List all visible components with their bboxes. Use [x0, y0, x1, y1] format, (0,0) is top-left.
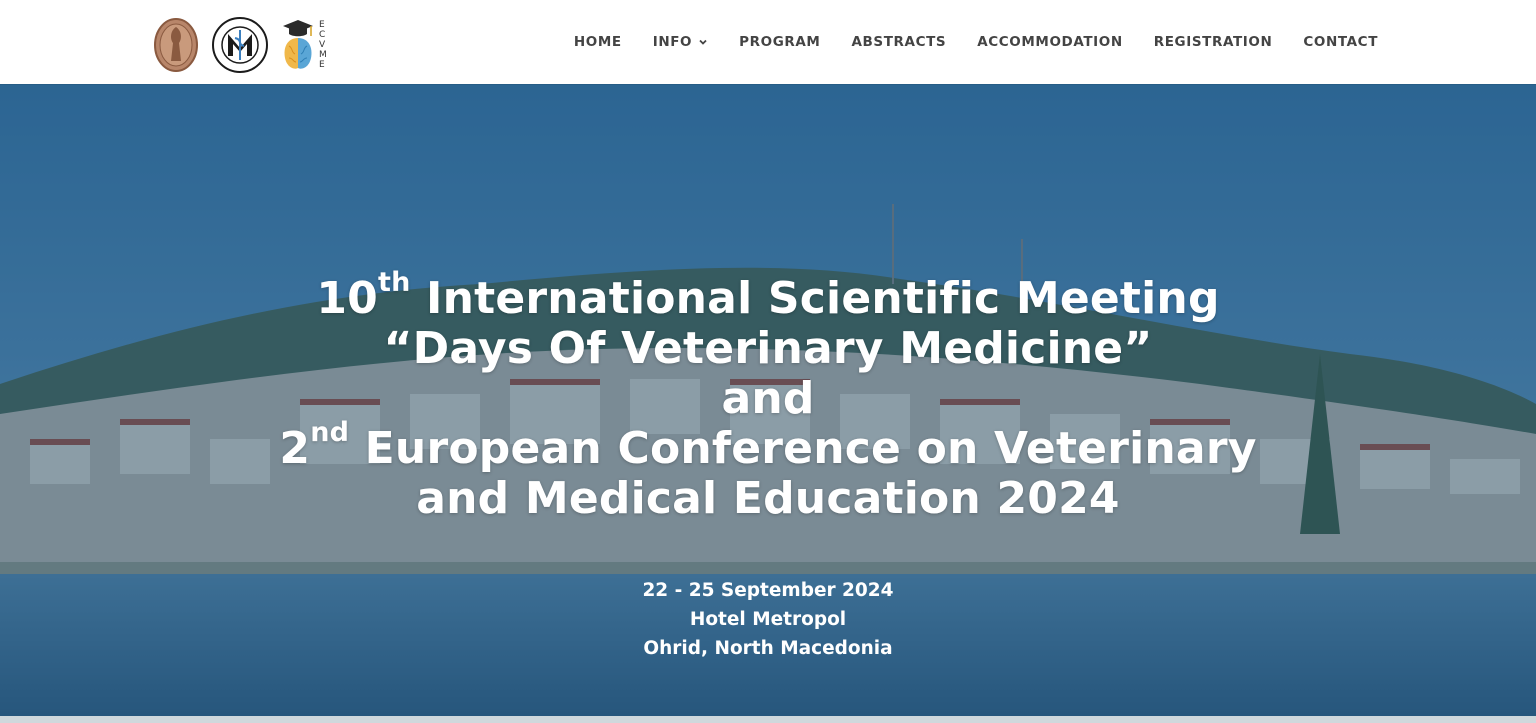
- title-line-2: “Days Of Veterinary Medicine”: [383, 323, 1153, 374]
- faculty-veterinary-medicine-logo[interactable]: [211, 16, 269, 74]
- title-line-1: 10th International Scientific Meeting: [316, 267, 1220, 324]
- main-navigation: HOME INFO PROGRAM ABSTRACTS ACCOMMODATIO…: [574, 0, 1378, 84]
- nav-program-label: PROGRAM: [739, 34, 821, 50]
- nav-home-label: HOME: [573, 34, 622, 50]
- nav-home[interactable]: HOME: [574, 34, 622, 50]
- university-seal-logo[interactable]: [153, 17, 199, 73]
- event-location: Ohrid, North Macedonia: [643, 638, 893, 659]
- nav-abstracts[interactable]: ABSTRACTS: [851, 34, 946, 50]
- nav-contact-label: CONTACT: [1303, 34, 1378, 50]
- event-venue: Hotel Metropol: [689, 609, 847, 630]
- chevron-down-icon: [699, 39, 707, 45]
- page-bottom-edge: [0, 716, 1536, 723]
- nav-registration[interactable]: REGISTRATION: [1154, 34, 1273, 50]
- event-dates: 22 - 25 September 2024: [642, 580, 894, 601]
- nav-contact[interactable]: CONTACT: [1303, 34, 1378, 50]
- title-line-5: and Medical Education 2024: [416, 473, 1120, 524]
- hero-banner: 10th International Scientific Meeting “D…: [0, 84, 1536, 723]
- nav-accommodation-label: ACCOMMODATION: [977, 34, 1123, 50]
- title-line-3: and: [721, 373, 815, 424]
- conference-title: 10th International Scientific Meeting “D…: [0, 267, 1536, 524]
- logo-group: ECVME: [153, 17, 327, 73]
- ecvme-logo[interactable]: ECVME: [281, 18, 327, 72]
- site-header: ECVME HOME INFO PROGRAM ABSTRACTS ACCOMM…: [0, 0, 1536, 84]
- nav-abstracts-label: ABSTRACTS: [851, 34, 947, 50]
- event-details: 22 - 25 September 2024 Hotel Metropol Oh…: [0, 576, 1536, 663]
- nav-info[interactable]: INFO: [653, 34, 708, 50]
- title-line-4: 2nd European Conference on Veterinary: [279, 417, 1257, 474]
- nav-info-label: INFO: [652, 34, 693, 50]
- nav-program[interactable]: PROGRAM: [739, 34, 820, 50]
- nav-registration-label: REGISTRATION: [1153, 34, 1273, 50]
- brain-graduation-cap-icon: [283, 20, 313, 69]
- ecvme-wordmark: ECVME: [319, 20, 327, 70]
- nav-accommodation[interactable]: ACCOMMODATION: [977, 34, 1123, 50]
